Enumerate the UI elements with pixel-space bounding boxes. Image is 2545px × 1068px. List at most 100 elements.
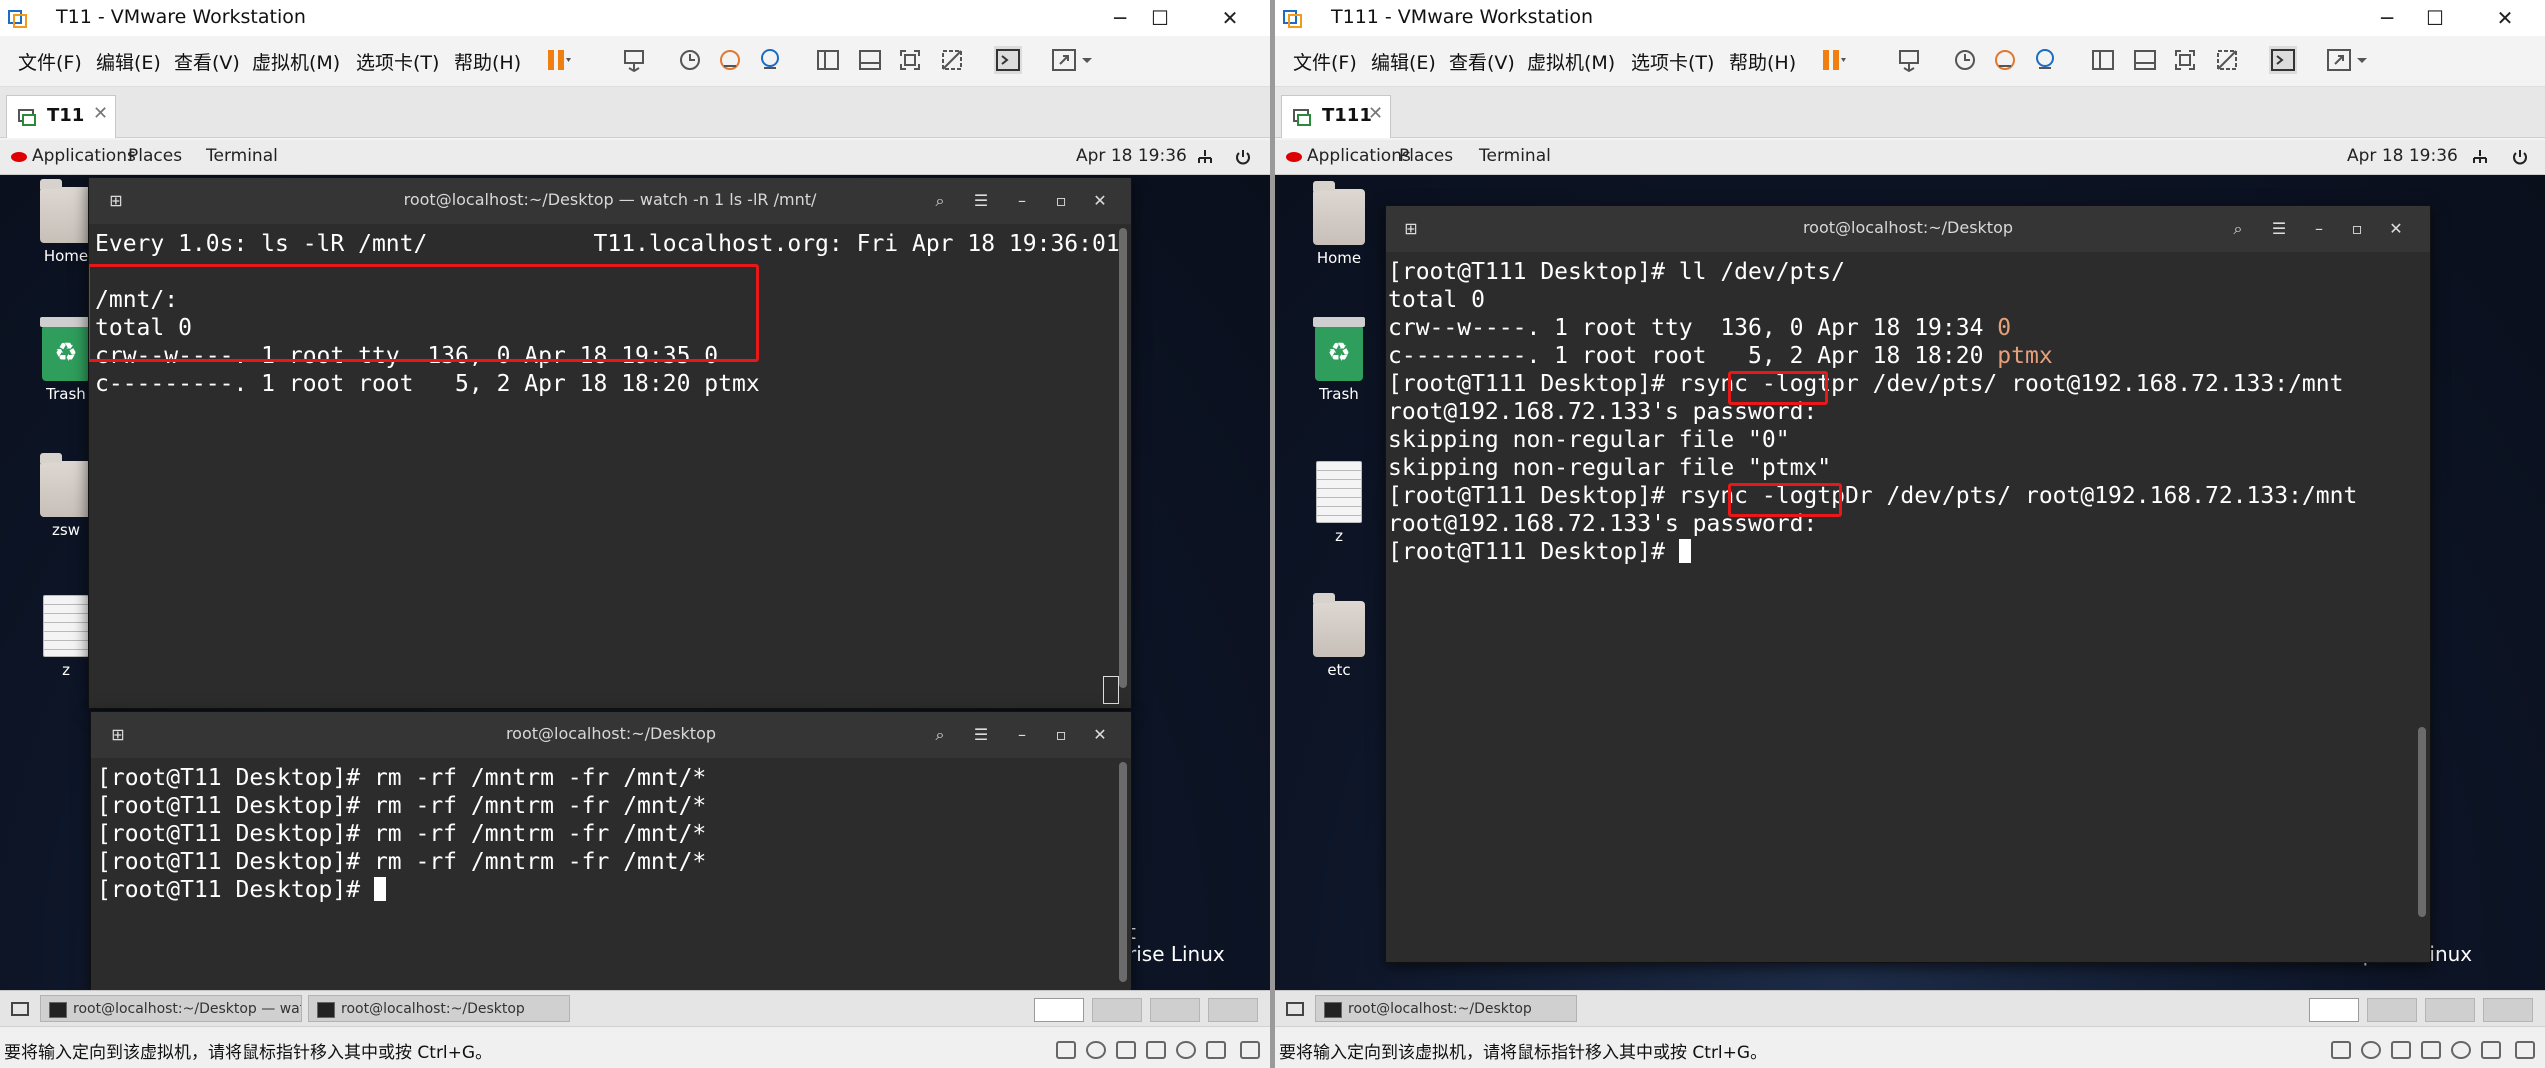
menu-vm[interactable]: 虚拟机(M) [252, 48, 340, 75]
places-menu[interactable]: Places [1399, 146, 1453, 166]
unity-icon[interactable] [2213, 46, 2241, 74]
desktop-icon-etc[interactable]: etc [1299, 593, 1379, 679]
sidebar-toggle-icon[interactable] [814, 46, 842, 74]
scrollbar[interactable] [1119, 762, 1127, 982]
menu-help[interactable]: 帮助(H) [1729, 48, 1796, 75]
sound-icon[interactable] [1176, 1041, 1196, 1059]
maximize-button[interactable]: ☐ [1130, 2, 1190, 34]
maximize-icon[interactable]: ▫ [1046, 720, 1076, 750]
menu-view[interactable]: 查看(V) [174, 48, 240, 75]
sound-icon[interactable] [2451, 1041, 2471, 1059]
close-icon[interactable]: ✕ [1085, 720, 1115, 750]
snapshot-icon[interactable] [676, 46, 704, 74]
menu-file[interactable]: 文件(F) [18, 48, 82, 75]
vm-tab[interactable]: T11 ✕ [6, 95, 116, 138]
menu-edit[interactable]: 编辑(E) [1371, 48, 1436, 75]
terminal-output[interactable]: [root@T11 Desktop]# rm -rf /mntrm -fr /m… [91, 758, 1131, 990]
menu-vm[interactable]: 虚拟机(M) [1527, 48, 1615, 75]
applications-menu[interactable]: Applications [1307, 146, 1411, 166]
unity-icon[interactable] [938, 46, 966, 74]
stretch-guest-icon[interactable] [2325, 46, 2353, 74]
workspace-3[interactable] [1150, 998, 1200, 1022]
clock[interactable]: Apr 18 19:36 [1076, 146, 1187, 166]
terminal-output[interactable]: [root@T111 Desktop]# ll /dev/pts/ total … [1386, 252, 2430, 962]
full-screen-icon[interactable] [2171, 46, 2199, 74]
terminal-rsync[interactable]: ⊞ root@localhost:~/Desktop ⌕ ☰ – ▫ ✕ [ro… [1385, 205, 2431, 963]
workspace-4[interactable] [1208, 998, 1258, 1022]
terminal-app-menu[interactable]: Terminal [1479, 146, 1551, 166]
taskbar-item[interactable]: root@localhost:~/Desktop — watc... [40, 995, 302, 1022]
network-adapter-icon[interactable] [1116, 1041, 1136, 1059]
hdd-icon[interactable] [1056, 1041, 1076, 1059]
close-button[interactable]: ✕ [1200, 2, 1260, 34]
thumbnail-bar-icon[interactable] [2131, 46, 2159, 74]
pause-icon[interactable] [1819, 46, 1847, 74]
thumbnail-bar-icon[interactable] [856, 46, 884, 74]
workspace-1[interactable] [1034, 998, 1084, 1022]
menu-file[interactable]: 文件(F) [1293, 48, 1357, 75]
maximize-button[interactable]: ☐ [2405, 2, 2465, 34]
scrollbar[interactable] [1119, 228, 1127, 688]
console-view-icon[interactable] [2269, 46, 2297, 74]
full-screen-icon[interactable] [896, 46, 924, 74]
terminal-shell[interactable]: ⊞ root@localhost:~/Desktop ⌕ ☰ – ▫ ✕ [ro… [90, 711, 1132, 990]
clock[interactable]: Apr 18 19:36 [2347, 146, 2458, 166]
power-icon[interactable] [1234, 148, 1252, 166]
hamburger-menu-icon[interactable]: ☰ [966, 720, 996, 750]
pause-icon[interactable] [544, 46, 572, 74]
close-tab-icon[interactable]: ✕ [1368, 103, 1383, 124]
close-icon[interactable]: ✕ [1085, 186, 1115, 216]
power-icon[interactable] [2511, 148, 2529, 166]
minimize-icon[interactable]: – [1007, 186, 1037, 216]
usb-icon[interactable] [1146, 1041, 1166, 1059]
scrollbar[interactable] [2418, 727, 2426, 917]
message-icon[interactable] [2515, 1041, 2535, 1059]
workspace-3[interactable] [2425, 998, 2475, 1022]
search-icon[interactable]: ⌕ [925, 186, 955, 216]
show-desktop-icon[interactable] [1285, 999, 1305, 1019]
hamburger-menu-icon[interactable]: ☰ [966, 186, 996, 216]
desktop-icon-z[interactable]: z [1299, 461, 1379, 545]
snapshot-manager-icon[interactable] [756, 46, 784, 74]
vm-tab[interactable]: T111 ✕ [1281, 95, 1391, 138]
close-icon[interactable]: ✕ [2381, 214, 2411, 244]
stretch-guest-icon[interactable] [1050, 46, 1078, 74]
network-icon[interactable] [2471, 148, 2489, 166]
terminal-output[interactable]: Every 1.0s: ls -lR /mnt/ T11.localhost.o… [89, 224, 1131, 708]
places-menu[interactable]: Places [128, 146, 182, 166]
taskbar-item[interactable]: root@localhost:~/Desktop [1315, 995, 1577, 1022]
network-adapter-icon[interactable] [2391, 1041, 2411, 1059]
search-icon[interactable]: ⌕ [2223, 214, 2253, 244]
hdd-icon[interactable] [2331, 1041, 2351, 1059]
maximize-icon[interactable]: ▫ [2342, 214, 2372, 244]
workspace-4[interactable] [2483, 998, 2533, 1022]
display-icon[interactable] [2481, 1041, 2501, 1059]
cdrom-icon[interactable] [2361, 1041, 2381, 1059]
close-button[interactable]: ✕ [2475, 2, 2535, 34]
workspace-2[interactable] [1092, 998, 1142, 1022]
maximize-icon[interactable]: ▫ [1046, 186, 1076, 216]
console-view-icon[interactable] [994, 46, 1022, 74]
terminal-app-menu[interactable]: Terminal [206, 146, 278, 166]
chevron-down-icon[interactable] [1080, 46, 1094, 74]
menu-edit[interactable]: 编辑(E) [96, 48, 161, 75]
menu-tabs[interactable]: 选项卡(T) [356, 48, 439, 75]
sidebar-toggle-icon[interactable] [2089, 46, 2117, 74]
menu-view[interactable]: 查看(V) [1449, 48, 1515, 75]
network-icon[interactable] [1196, 148, 1214, 166]
send-keys-icon[interactable] [620, 46, 648, 74]
hamburger-menu-icon[interactable]: ☰ [2264, 214, 2294, 244]
menu-tabs[interactable]: 选项卡(T) [1631, 48, 1714, 75]
minimize-icon[interactable]: – [2304, 214, 2334, 244]
usb-icon[interactable] [2421, 1041, 2441, 1059]
send-keys-icon[interactable] [1895, 46, 1923, 74]
terminal-watch[interactable]: ⊞ root@localhost:~/Desktop — watch -n 1 … [88, 177, 1132, 709]
snapshot-icon[interactable] [1951, 46, 1979, 74]
close-tab-icon[interactable]: ✕ [93, 103, 108, 124]
cdrom-icon[interactable] [1086, 1041, 1106, 1059]
taskbar-item[interactable]: root@localhost:~/Desktop [308, 995, 570, 1022]
search-icon[interactable]: ⌕ [925, 720, 955, 750]
desktop-icon-home[interactable]: Home [1299, 181, 1379, 267]
snapshot-manager-icon[interactable] [2031, 46, 2059, 74]
display-icon[interactable] [1206, 1041, 1226, 1059]
